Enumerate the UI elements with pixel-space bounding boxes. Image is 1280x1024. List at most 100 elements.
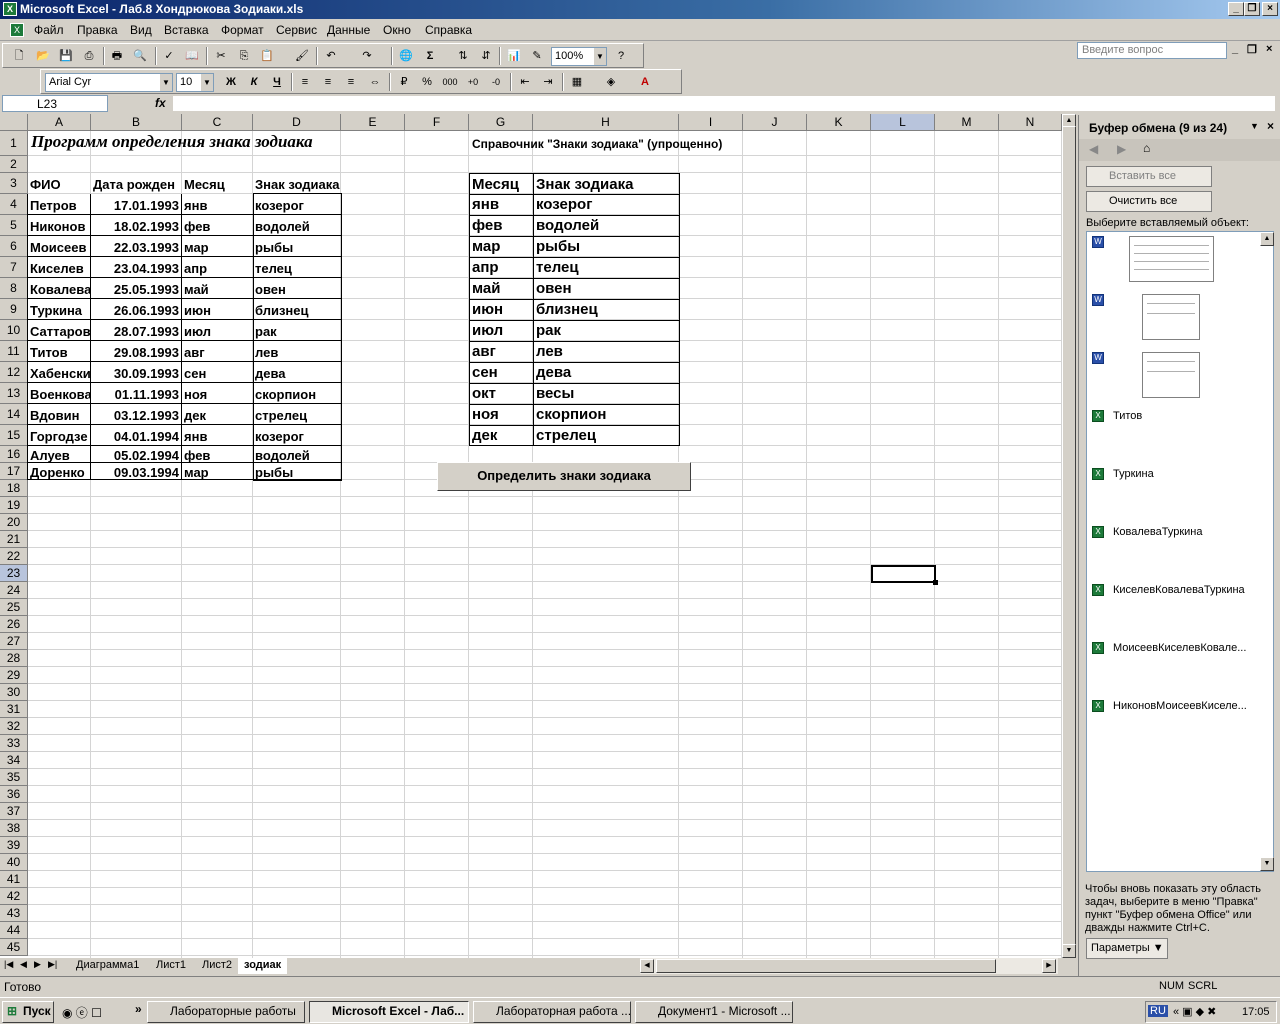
clip-thumbnail-3[interactable] (1142, 352, 1200, 398)
column-header-l[interactable]: L (871, 114, 935, 131)
ask-question-input[interactable]: Введите вопрос (1077, 42, 1227, 59)
row-header[interactable]: 16 (0, 446, 28, 463)
help-icon[interactable]: ? (613, 48, 629, 64)
row-header[interactable]: 8 (0, 278, 28, 299)
insert-function-icon[interactable]: fx (155, 96, 166, 110)
align-center-icon[interactable]: ≡ (320, 74, 336, 90)
align-right-icon[interactable]: ≡ (343, 74, 359, 90)
font-name-select[interactable]: Arial Cyr ▼ (45, 73, 173, 92)
increase-decimal-icon[interactable]: +0 (465, 74, 481, 90)
column-header-b[interactable]: B (91, 114, 182, 131)
sort-ascending-icon[interactable]: ⇅ (455, 48, 471, 64)
cell-month[interactable]: авг (182, 344, 253, 361)
cell-birthdate[interactable]: 28.07.1993 (91, 323, 182, 340)
drawing-icon[interactable]: ✎ (529, 48, 545, 64)
row-header[interactable]: 3 (0, 173, 28, 194)
cell-fio[interactable]: Вдовин (28, 407, 91, 424)
row-header[interactable]: 32 (0, 718, 28, 735)
font-size-select[interactable]: 10 ▼ (176, 73, 214, 92)
row-header[interactable]: 30 (0, 684, 28, 701)
clipboard-item[interactable]: Туркина (1113, 468, 1154, 480)
sort-descending-icon[interactable]: ⇵ (478, 48, 494, 64)
cell-birthdate[interactable]: 22.03.1993 (91, 239, 182, 256)
row-header[interactable]: 1 (0, 131, 28, 156)
row-header[interactable]: 27 (0, 633, 28, 650)
open-icon[interactable]: 📂 (35, 48, 51, 64)
cell-month[interactable]: май (182, 281, 253, 298)
task-lab-works[interactable]: Лабораторные работы (147, 1001, 305, 1023)
row-header[interactable]: 39 (0, 837, 28, 854)
determine-signs-button[interactable]: Определить знаки зодиака (437, 462, 691, 491)
row-header[interactable]: 21 (0, 531, 28, 548)
clip-thumbnail-2[interactable] (1142, 294, 1200, 340)
format-painter-icon[interactable]: 🖌 (294, 48, 310, 64)
column-header-h[interactable]: H (533, 114, 679, 131)
copy-icon[interactable]: ⎘ (236, 48, 252, 64)
merge-center-icon[interactable]: ⇔ (367, 74, 383, 90)
row-header[interactable]: 2 (0, 156, 28, 173)
clip-scroll-down-icon[interactable]: ▼ (1260, 857, 1274, 871)
worksheet-grid[interactable]: ABCDEFGHIJKLMN 1 2 3 4 5 6 7 8 9 10 11 12 13 14 15 16 17… (0, 114, 1062, 958)
row-header[interactable]: 40 (0, 854, 28, 871)
language-indicator[interactable]: RU (1148, 1005, 1168, 1017)
column-header-g[interactable]: G (469, 114, 533, 131)
quicklaunch-icons[interactable]: ◉ ⓔ ☐ (62, 1004, 102, 1021)
increase-indent-icon[interactable]: ⇥ (540, 74, 556, 90)
cell-month[interactable]: дек (182, 407, 253, 424)
spelling-icon[interactable]: ✓ (161, 48, 177, 64)
row-header[interactable]: 19 (0, 497, 28, 514)
home-icon[interactable]: ⌂ (1143, 141, 1150, 155)
research-icon[interactable]: 📖 (184, 48, 200, 64)
cell-month[interactable]: июн (182, 302, 253, 319)
cell-birthdate[interactable]: 18.02.1993 (91, 218, 182, 235)
cell-month[interactable]: июл (182, 323, 253, 340)
excel-app-icon[interactable]: X (3, 2, 17, 16)
underline-icon[interactable]: Ч (269, 74, 285, 90)
select-all-corner[interactable] (0, 114, 28, 131)
column-header-k[interactable]: K (807, 114, 871, 131)
cut-icon[interactable]: ✂ (213, 48, 229, 64)
clipboard-item[interactable]: НиконовМоисеевКиселе... (1113, 700, 1247, 712)
row-header[interactable]: 28 (0, 650, 28, 667)
row-header[interactable]: 45 (0, 939, 28, 956)
row-header[interactable]: 25 (0, 599, 28, 616)
bold-icon[interactable]: Ж (223, 74, 239, 90)
permission-icon[interactable]: ⎙ (81, 48, 97, 64)
task-document1[interactable]: Документ1 - Microsoft ... (635, 1001, 793, 1023)
save-icon[interactable]: 💾 (58, 48, 74, 64)
scroll-left-icon[interactable]: ◀ (640, 959, 654, 973)
column-header-m[interactable]: M (935, 114, 999, 131)
decrease-indent-icon[interactable]: ⇤ (517, 74, 533, 90)
doc-minimize-icon[interactable]: _ (1232, 43, 1238, 55)
print-icon[interactable]: 🖶 (109, 48, 125, 64)
menu-data[interactable]: Данные (327, 23, 370, 37)
row-header[interactable]: 5 (0, 215, 28, 236)
cell-fio[interactable]: Горгодзе (28, 428, 91, 445)
scroll-thumb[interactable] (1062, 126, 1076, 946)
row-header[interactable]: 29 (0, 667, 28, 684)
clipboard-item[interactable]: КовалеваТуркина (1113, 526, 1202, 538)
scroll-right-icon[interactable]: ▶ (1042, 959, 1056, 973)
vertical-scrollbar[interactable]: ▲ ▼ (1062, 114, 1076, 958)
clear-all-button[interactable]: Очистить все (1086, 191, 1212, 212)
row-header[interactable]: 31 (0, 701, 28, 718)
cell-fio[interactable]: Ковалева (28, 281, 91, 298)
doc-restore-icon[interactable]: ❐ (1247, 43, 1257, 56)
menu-view[interactable]: Вид (130, 23, 152, 37)
cell-birthdate[interactable]: 03.12.1993 (91, 407, 182, 424)
cell-month[interactable]: апр (182, 260, 253, 277)
row-header[interactable]: 38 (0, 820, 28, 837)
cell-birthdate[interactable]: 25.05.1993 (91, 281, 182, 298)
row-header[interactable]: 41 (0, 871, 28, 888)
hscroll-thumb[interactable] (656, 959, 996, 973)
tab-nav-last-icon[interactable]: ▶| (48, 959, 57, 970)
menu-file[interactable]: Файл (34, 23, 64, 37)
row-header[interactable]: 33 (0, 735, 28, 752)
row-header[interactable]: 37 (0, 803, 28, 820)
tray-icons[interactable]: « ▣ ◆ ✖ (1173, 1005, 1216, 1018)
clipboard-item[interactable]: Титов (1113, 410, 1142, 422)
row-header[interactable]: 11 (0, 341, 28, 362)
thousands-icon[interactable]: 000 (442, 74, 458, 90)
minimize-button[interactable]: _ (1228, 2, 1244, 16)
row-header[interactable]: 34 (0, 752, 28, 769)
